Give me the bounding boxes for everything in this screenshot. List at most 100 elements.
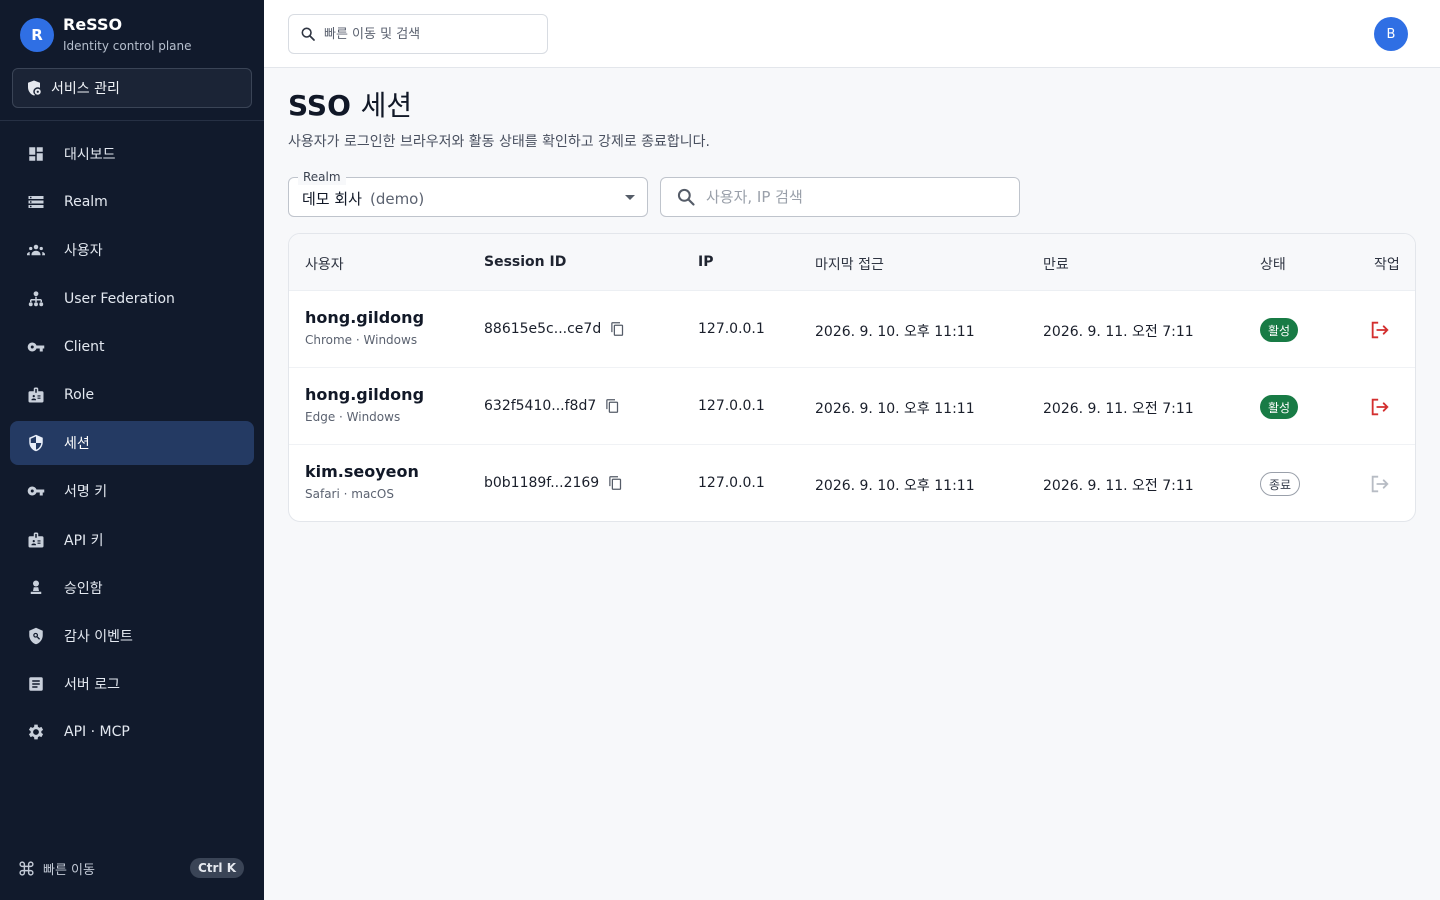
badge-icon — [25, 529, 47, 551]
session-id: 632f5410...f8d7 — [484, 398, 597, 414]
quick-search-input[interactable] — [324, 26, 524, 42]
status-badge: 종료 — [1260, 472, 1301, 496]
session-ip: 127.0.0.1 — [698, 398, 765, 414]
sidebar-item-audit-events[interactable]: 감사 이벤트 — [10, 614, 254, 658]
sidebar-item-label: 승인함 — [64, 580, 103, 597]
realm-slug: (demo) — [369, 190, 425, 208]
copy-icon[interactable] — [608, 475, 623, 491]
sidebar-item-api-mcp[interactable]: API · MCP — [10, 710, 254, 754]
logout-button[interactable] — [1368, 395, 1392, 419]
sidebar-item-label: API 키 — [64, 532, 104, 549]
key-icon — [25, 480, 47, 502]
document-icon — [25, 673, 47, 695]
table-row: hong.gildong Chrome · Windows 88615e5c..… — [289, 291, 1415, 368]
quick-search[interactable] — [288, 14, 548, 54]
search-icon — [301, 27, 315, 41]
sidebar-item-dashboard[interactable]: 대시보드 — [10, 132, 254, 176]
column-header-expires[interactable]: 만료 — [1043, 254, 1069, 274]
sidebar-nav: 대시보드 Realm 사용자 User Federation Client Ro… — [10, 132, 254, 758]
sidebar-divider — [0, 120, 264, 121]
session-ip: 127.0.0.1 — [698, 475, 765, 491]
session-id: 88615e5c...ce7d — [484, 321, 602, 337]
session-id-cell: 632f5410...f8d7 — [484, 398, 620, 414]
session-expires: 2026. 9. 11. 오전 7:11 — [1043, 478, 1194, 494]
logout-icon — [1371, 398, 1389, 416]
session-last-access: 2026. 9. 10. 오후 11:11 — [815, 478, 975, 494]
sidebar-item-api-keys[interactable]: API 키 — [10, 518, 254, 562]
copy-icon[interactable] — [610, 321, 625, 337]
service-management-button[interactable]: 서비스 관리 — [12, 68, 252, 108]
table-row: hong.gildong Edge · Windows 632f5410...f… — [289, 368, 1415, 445]
sidebar-item-role[interactable]: Role — [10, 373, 254, 417]
session-id-cell: b0b1189f...2169 — [484, 475, 623, 491]
realm-name: 데모 회사 — [302, 190, 362, 208]
sidebar-item-users[interactable]: 사용자 — [10, 228, 254, 272]
key-icon — [25, 336, 47, 358]
session-search[interactable] — [660, 177, 1020, 217]
page-title: SSO 세션 — [288, 88, 412, 124]
column-header-session-id[interactable]: Session ID — [484, 254, 566, 270]
session-user-agent: Edge · Windows — [305, 410, 401, 424]
gear-icon — [25, 721, 47, 743]
page-title-en: SSO — [288, 89, 351, 122]
sidebar-item-label: User Federation — [64, 290, 175, 307]
sidebar: R ReSSO Identity control plane 서비스 관리 대시… — [0, 0, 264, 900]
session-id-cell: 88615e5c...ce7d — [484, 321, 625, 337]
sidebar-item-user-federation[interactable]: User Federation — [10, 277, 254, 321]
storage-icon — [25, 191, 47, 213]
hierarchy-icon — [25, 288, 47, 310]
table-row: kim.seoyeon Safari · macOS b0b1189f...21… — [289, 445, 1415, 521]
realm-select-label: Realm — [298, 169, 346, 185]
shortcut-badge: Ctrl K — [189, 858, 244, 878]
caret-down-icon — [625, 195, 635, 200]
session-ip: 127.0.0.1 — [698, 321, 765, 337]
realm-select-value: 데모 회사 (demo) — [302, 188, 424, 209]
shield-icon — [25, 432, 47, 454]
sidebar-item-label: Realm — [64, 194, 108, 211]
avatar[interactable]: B — [1374, 17, 1408, 51]
sidebar-item-server-logs[interactable]: 서버 로그 — [10, 662, 254, 706]
sidebar-item-label: 감사 이벤트 — [64, 628, 133, 645]
session-username[interactable]: hong.gildong — [305, 385, 424, 404]
brand[interactable]: R ReSSO Identity control plane — [20, 16, 192, 53]
topbar: B — [264, 0, 1440, 68]
session-search-input[interactable] — [706, 188, 1006, 206]
realm-select[interactable]: Realm 데모 회사 (demo) — [288, 169, 648, 217]
session-username[interactable]: hong.gildong — [305, 308, 424, 327]
sidebar-item-sessions[interactable]: 세션 — [10, 421, 254, 466]
sidebar-item-realm[interactable]: Realm — [10, 180, 254, 224]
sidebar-item-client[interactable]: Client — [10, 325, 254, 369]
session-expires: 2026. 9. 11. 오전 7:11 — [1043, 401, 1194, 417]
admin-shield-icon — [28, 80, 41, 96]
column-header-status[interactable]: 상태 — [1260, 254, 1286, 274]
sidebar-item-label: 세션 — [64, 436, 90, 453]
brand-logo: R — [20, 17, 54, 52]
sidebar-item-approvals[interactable]: 승인함 — [10, 566, 254, 610]
status-badge: 활성 — [1260, 318, 1299, 342]
session-expires: 2026. 9. 11. 오전 7:11 — [1043, 324, 1194, 340]
sidebar-item-label: 대시보드 — [64, 147, 116, 163]
badge-icon — [25, 384, 47, 406]
sidebar-item-label: Client — [64, 338, 105, 355]
column-header-ip[interactable]: IP — [698, 254, 713, 270]
logout-icon — [1371, 321, 1389, 339]
logout-button-disabled — [1368, 472, 1392, 496]
session-username[interactable]: kim.seoyeon — [305, 462, 419, 481]
column-header-user[interactable]: 사용자 — [305, 254, 344, 274]
page-title-kr: 세션 — [360, 89, 413, 122]
page-description: 사용자가 로그인한 브라우저와 활동 상태를 확인하고 강제로 종료합니다. — [288, 134, 710, 150]
brand-subtitle: Identity control plane — [63, 39, 192, 53]
copy-icon[interactable] — [605, 398, 620, 414]
brand-text: ReSSO Identity control plane — [63, 16, 192, 54]
service-management-label: 서비스 관리 — [51, 81, 120, 97]
sidebar-item-label: API · MCP — [64, 724, 130, 741]
search-icon — [677, 188, 695, 206]
session-user-agent: Safari · macOS — [305, 487, 394, 501]
status-badge: 활성 — [1260, 395, 1299, 419]
sidebar-item-signing-keys[interactable]: 서명 키 — [10, 469, 254, 513]
sidebar-item-label: 서버 로그 — [64, 677, 120, 694]
logout-button[interactable] — [1368, 318, 1392, 342]
column-header-last-access[interactable]: 마지막 접근 — [815, 254, 884, 274]
quick-jump-footer[interactable]: 빠른 이동 Ctrl K — [18, 856, 244, 880]
command-icon — [19, 860, 34, 876]
